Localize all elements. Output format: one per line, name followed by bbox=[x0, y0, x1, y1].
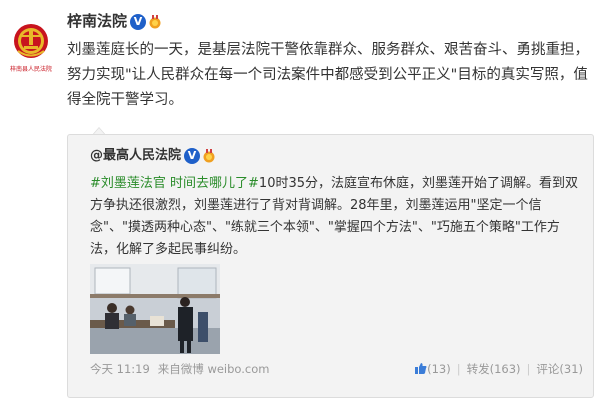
hashtag-link[interactable]: #刘墨莲法官 时间去哪儿了# bbox=[90, 176, 259, 191]
verified-badge-icon[interactable]: V bbox=[130, 13, 147, 30]
repost-author: @最高人民法院 V bbox=[90, 144, 216, 164]
post-author: 梓南法院 V bbox=[67, 10, 162, 31]
medal-icon[interactable] bbox=[148, 14, 162, 29]
post-source[interactable]: 来自微博 weibo.com bbox=[158, 362, 270, 376]
repost-box: @最高人民法院 V #刘墨莲法官 时间去哪儿了#10时35分，法庭宣布休庭，刘墨莲… bbox=[67, 134, 594, 398]
action-separator: | bbox=[456, 362, 461, 376]
medal-icon[interactable] bbox=[202, 148, 216, 163]
repost-author-name[interactable]: @最高人民法院 bbox=[90, 148, 181, 163]
like-button[interactable]: (13) bbox=[414, 362, 451, 376]
forward-button[interactable]: 转发(163) bbox=[467, 362, 521, 376]
repost-actions: (13) | 转发(163) | 评论(31) bbox=[414, 361, 583, 377]
avatar[interactable]: 梓南县人民法院 bbox=[4, 20, 58, 74]
courtroom-photo[interactable] bbox=[90, 264, 220, 354]
comment-button[interactable]: 评论(31) bbox=[536, 362, 583, 376]
avatar-caption: 梓南县人民法院 bbox=[9, 66, 52, 73]
thumbs-up-icon bbox=[415, 363, 427, 374]
post-text: 刘墨莲庭长的一天，是基层法院干警依靠群众、服务群众、艰苦奋斗、勇挑重担，努力实现… bbox=[67, 42, 589, 108]
verified-badge-icon[interactable]: V bbox=[184, 147, 201, 164]
post-author-name[interactable]: 梓南法院 bbox=[67, 12, 127, 30]
repost-meta: 今天 11:19 来自微博 weibo.com bbox=[90, 361, 269, 377]
repost-text: #刘墨莲法官 时间去哪儿了#10时35分，法庭宣布休庭，刘墨莲开始了调解。看到双… bbox=[90, 173, 585, 261]
post-time[interactable]: 今天 11:19 bbox=[90, 362, 150, 376]
like-count: (13) bbox=[427, 362, 451, 376]
action-separator: | bbox=[526, 362, 531, 376]
